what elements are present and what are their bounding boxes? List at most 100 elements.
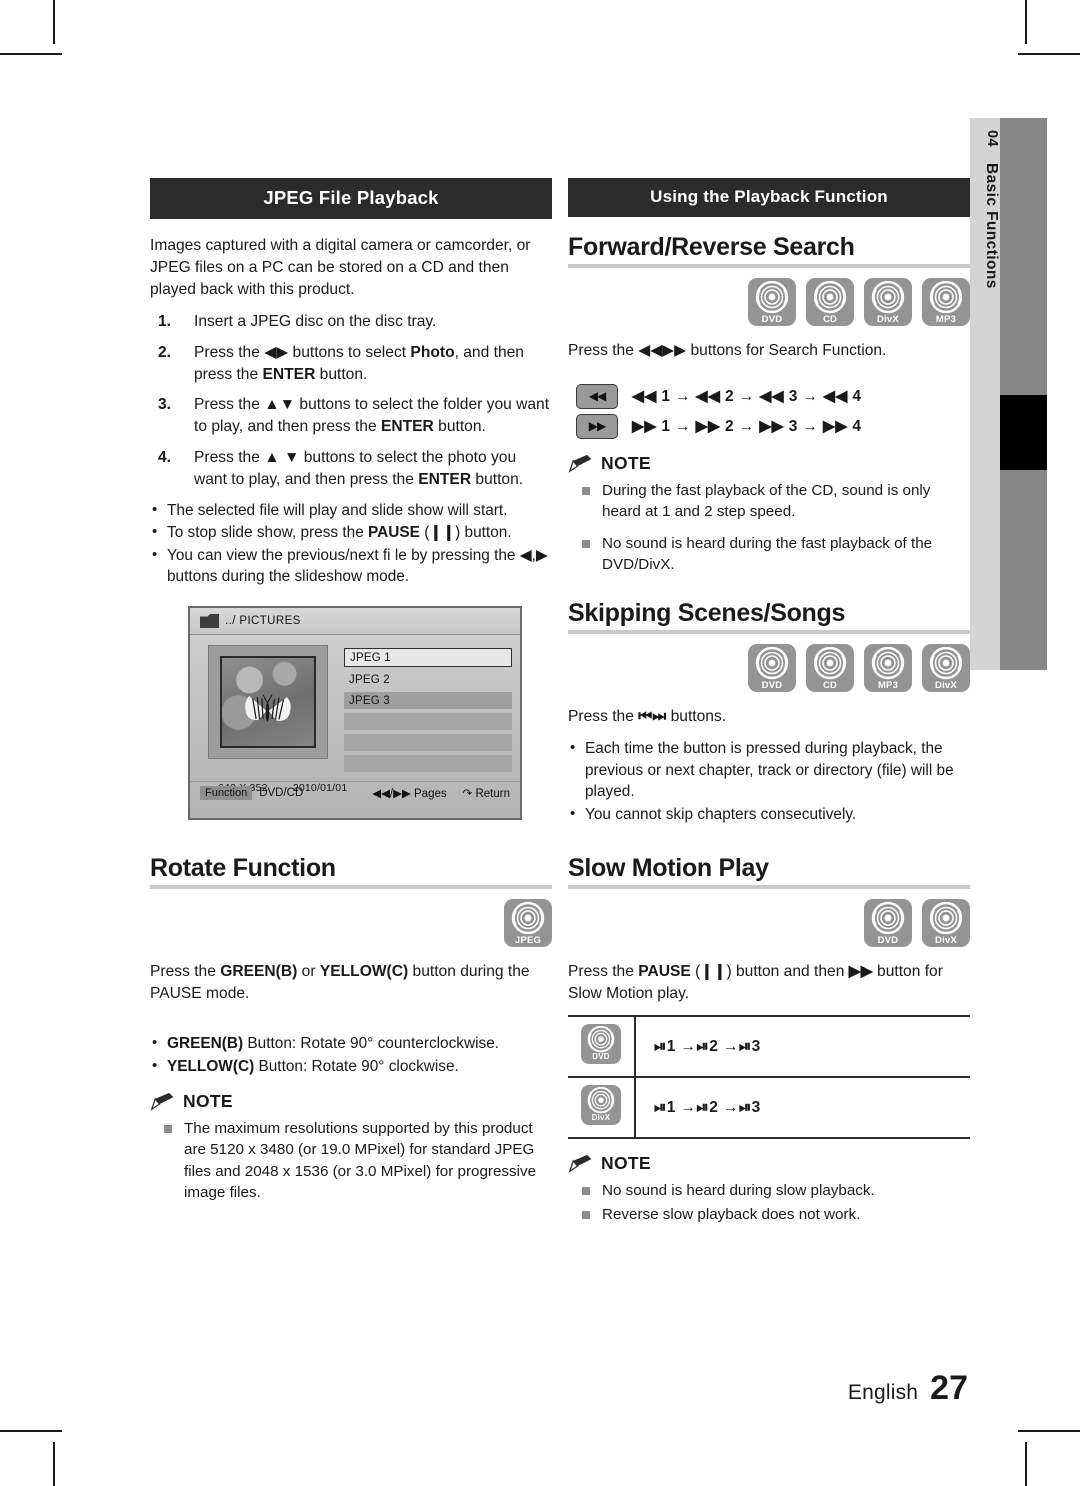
osd-body: JPEG 1 JPEG 2 JPEG 3 (190, 635, 520, 776)
slow-motion-play-heading: Slow Motion Play (568, 854, 769, 883)
rewind-key-icon: ◀◀ (576, 383, 618, 409)
table-cell-disc: DivX (568, 1076, 636, 1140)
disc-icon (511, 902, 545, 935)
disc-badge-label: CD (822, 679, 838, 691)
disc-badge-mp3: MP3 (864, 644, 912, 693)
search-intro-paragraph: Press the ◀◀▶▶ buttons for Search Functi… (568, 342, 887, 359)
rotate-notes: The maximum resolutions supported by thi… (150, 1118, 552, 1203)
osd-return-hint: ↷ Return (462, 788, 510, 800)
disc-badge-label: DVD (761, 679, 783, 691)
crop-mark-top-right (1025, 0, 1027, 44)
disc-icon (871, 902, 905, 935)
disc-badge-cd: CD (806, 644, 854, 693)
step-number: 3. (158, 396, 172, 414)
speed-row: ▶▶ ▶▶ 1 → ▶▶ 2 → ▶▶ 3 → ▶▶ 4 (576, 413, 970, 439)
fast-forward-key-icon: ▶▶ (576, 413, 618, 439)
crop-mark-right-top (1018, 53, 1080, 55)
heading-rule (568, 264, 970, 268)
bullet-item: The selected file will play and slide sh… (150, 499, 552, 522)
slow-motion-intro-paragraph: Press the PAUSE (❙❙) button and then ▶▶ … (568, 963, 943, 1003)
disc-icon (813, 281, 847, 314)
disc-icon (871, 281, 905, 314)
step-number: 4. (158, 449, 172, 467)
osd-file-item-empty (344, 755, 512, 772)
step-item: 4. Press the ▲ ▼ buttons to select the p… (150, 447, 552, 491)
osd-pages-hint: ◀◀/▶▶ Pages (372, 788, 447, 800)
disc-badge-label: DVD (877, 934, 899, 946)
footer-language: English (847, 1381, 919, 1404)
disc-badge-divx: DivX (581, 1085, 621, 1126)
step-text: Press the ▲▼ buttons to select the folde… (194, 396, 550, 436)
pencil-icon (568, 1155, 592, 1174)
osd-file-item[interactable]: JPEG 1 (344, 648, 512, 667)
osd-thumbnail-image (220, 656, 316, 748)
disc-badge-dvd: DVD (748, 278, 796, 326)
bullet-item: Each time the button is pressed during p… (568, 737, 970, 803)
butterfly-icon (244, 694, 291, 722)
osd-file-item-empty (344, 713, 512, 730)
step-text: Press the ◀▶ buttons to select Photo, an… (194, 343, 524, 383)
step-item: 3. Press the ▲▼ buttons to select the fo… (150, 394, 552, 438)
disc-badge-label: JPEG (514, 934, 542, 946)
search-notes: During the fast playback of the CD, soun… (568, 480, 970, 575)
disc-badge-dvd: DVD (864, 899, 912, 948)
footer-page-number: 27 (930, 1369, 968, 1407)
page-footer: English 27 (848, 1369, 968, 1408)
skipping-bullets: Each time the button is pressed during p… (568, 737, 970, 825)
step-text: Press the ▲ ▼ buttons to select the phot… (194, 449, 524, 488)
note-label: NOTE (601, 1153, 651, 1174)
disc-badge-label: DivX (591, 1113, 611, 1123)
crop-mark-left-bottom (0, 1430, 62, 1432)
speed-sequence: ◀◀ 1 → ◀◀ 2 → ◀◀ 3 → ◀◀ 4 (632, 387, 862, 405)
osd-thumbnail-frame (208, 645, 328, 759)
rotate-function-heading: Rotate Function (150, 854, 336, 882)
rotate-disc-badges: JPEG (150, 899, 552, 947)
disc-icon (929, 902, 963, 935)
pencil-icon (568, 454, 592, 473)
chapter-number: 04 (984, 130, 1000, 147)
heading-rule (568, 885, 970, 890)
disc-badge-cd: CD (806, 278, 854, 326)
speed-row: ◀◀ ◀◀ 1 → ◀◀ 2 → ◀◀ 3 → ◀◀ 4 (576, 383, 970, 409)
disc-icon (871, 647, 905, 680)
crop-mark-bottom-left (53, 1442, 55, 1486)
disc-badge-dvd: DVD (748, 644, 796, 693)
rotate-intro-paragraph: Press the GREEN(B) or YELLOW(C) button d… (150, 963, 530, 1002)
left-column: JPEG File Playback Images captured with … (150, 178, 552, 1213)
osd-function-chip[interactable]: Function (200, 786, 253, 800)
jpeg-intro-paragraph: Images captured with a digital camera or… (150, 237, 531, 298)
crop-mark-top-left (53, 0, 55, 44)
bullet-item: YELLOW(C) Button: Rotate 90° clockwise. (150, 1055, 552, 1078)
forward-reverse-search-heading: Forward/Reverse Search (568, 233, 855, 261)
folder-icon (200, 614, 219, 628)
chapter-title: Basic Functions (983, 162, 1000, 289)
osd-file-item[interactable]: JPEG 2 (344, 671, 512, 688)
note-item: No sound is heard during the fast playba… (568, 533, 970, 576)
disc-badge-label: MP3 (877, 679, 899, 691)
disc-icon (755, 281, 789, 314)
crop-mark-left-top (0, 53, 62, 55)
note-item: Reverse slow playback does not work. (568, 1204, 970, 1225)
step-number: 1. (158, 312, 172, 330)
osd-file-item-empty (344, 734, 512, 751)
note-label: NOTE (183, 1091, 233, 1112)
step-item: 1. Insert a JPEG disc on the disc tray. (150, 311, 552, 333)
bullet-item: To stop slide show, press the PAUSE (❙❙)… (150, 521, 552, 544)
disc-icon (587, 1026, 615, 1053)
note-item: The maximum resolutions supported by thi… (150, 1118, 552, 1203)
disc-icon (755, 647, 789, 680)
heading-rule (568, 630, 970, 635)
osd-file-item[interactable]: JPEG 3 (344, 692, 512, 709)
search-disc-badges: DVD CD DivX MP3 (568, 278, 970, 326)
disc-badge-label: DivX (877, 313, 899, 325)
bullet-item: GREEN(B) Button: Rotate 90° counterclock… (150, 1032, 552, 1055)
disc-badge-jpeg: JPEG (504, 899, 552, 947)
side-tab-text: 04 Basic Functions (970, 118, 1000, 670)
table-cell-disc: DVD (568, 1015, 636, 1078)
jpeg-steps-list: 1. Insert a JPEG disc on the disc tray. … (150, 311, 552, 491)
osd-screenshot-mockup: ../ PICTURES JPEG 1 JPEG 2 JPEG 3 352 20… (188, 606, 522, 820)
side-tab-position-marker (1000, 395, 1047, 470)
note-item: During the fast playback of the CD, soun… (568, 480, 970, 523)
step4-bullets: The selected file will play and slide sh… (150, 499, 552, 588)
search-note-header: NOTE (568, 453, 970, 474)
